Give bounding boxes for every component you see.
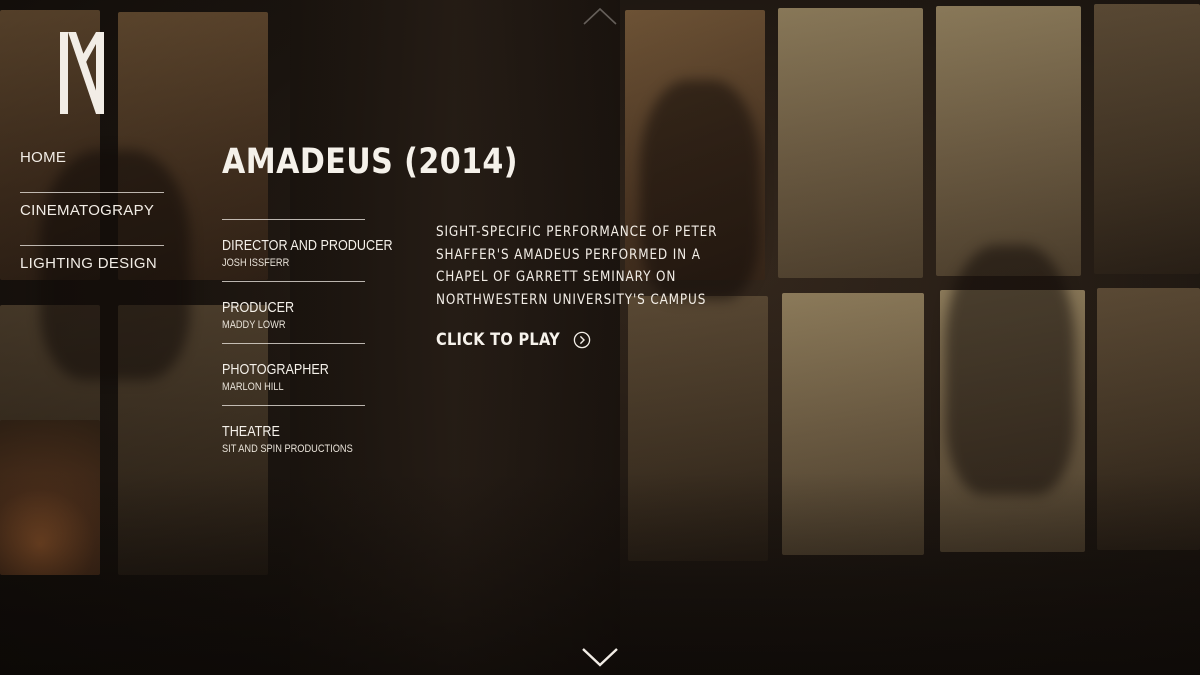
project-title: AMADEUS (2014) — [222, 142, 519, 182]
credit-role: PHOTOGRAPHER — [222, 361, 329, 378]
nm-monogram-logo[interactable] — [56, 30, 108, 116]
credit-name: SIT AND SPIN PRODUCTIONS — [222, 443, 353, 455]
chevron-up-icon[interactable] — [582, 6, 618, 26]
background-photo — [0, 0, 1200, 675]
project-description: SIGHT-SPECIFIC PERFORMANCE OF PETER SHAF… — [436, 224, 718, 308]
credit-item: PHOTOGRAPHER MARLON HILL — [222, 343, 365, 405]
credit-name: MADDY LOWR — [222, 319, 286, 331]
credit-name: JOSH ISSFERR — [222, 257, 290, 269]
credit-role: PRODUCER — [222, 299, 295, 316]
nav-item-lighting-design[interactable]: LIGHTING DESIGN — [20, 246, 164, 299]
main-nav: HOME CINEMATOGRAPY LIGHTING DESIGN — [20, 140, 164, 299]
nav-item-home[interactable]: HOME — [20, 140, 164, 193]
nav-item-cinematography[interactable]: CINEMATOGRAPY — [20, 193, 164, 246]
credit-role: DIRECTOR AND PRODUCER — [222, 237, 393, 254]
click-to-play-button[interactable]: CLICK TO PLAY — [436, 330, 591, 350]
credits-list: DIRECTOR AND PRODUCER JOSH ISSFERR PRODU… — [222, 219, 393, 467]
credit-name: MARLON HILL — [222, 381, 284, 393]
credit-item: PRODUCER MADDY LOWR — [222, 281, 365, 343]
credit-item: THEATRE SIT AND SPIN PRODUCTIONS — [222, 405, 365, 467]
credit-role: THEATRE — [222, 423, 280, 440]
circle-chevron-right-icon — [573, 331, 591, 349]
credit-item: DIRECTOR AND PRODUCER JOSH ISSFERR — [222, 219, 393, 281]
chevron-down-icon[interactable] — [581, 646, 619, 668]
play-label: CLICK TO PLAY — [436, 330, 561, 350]
